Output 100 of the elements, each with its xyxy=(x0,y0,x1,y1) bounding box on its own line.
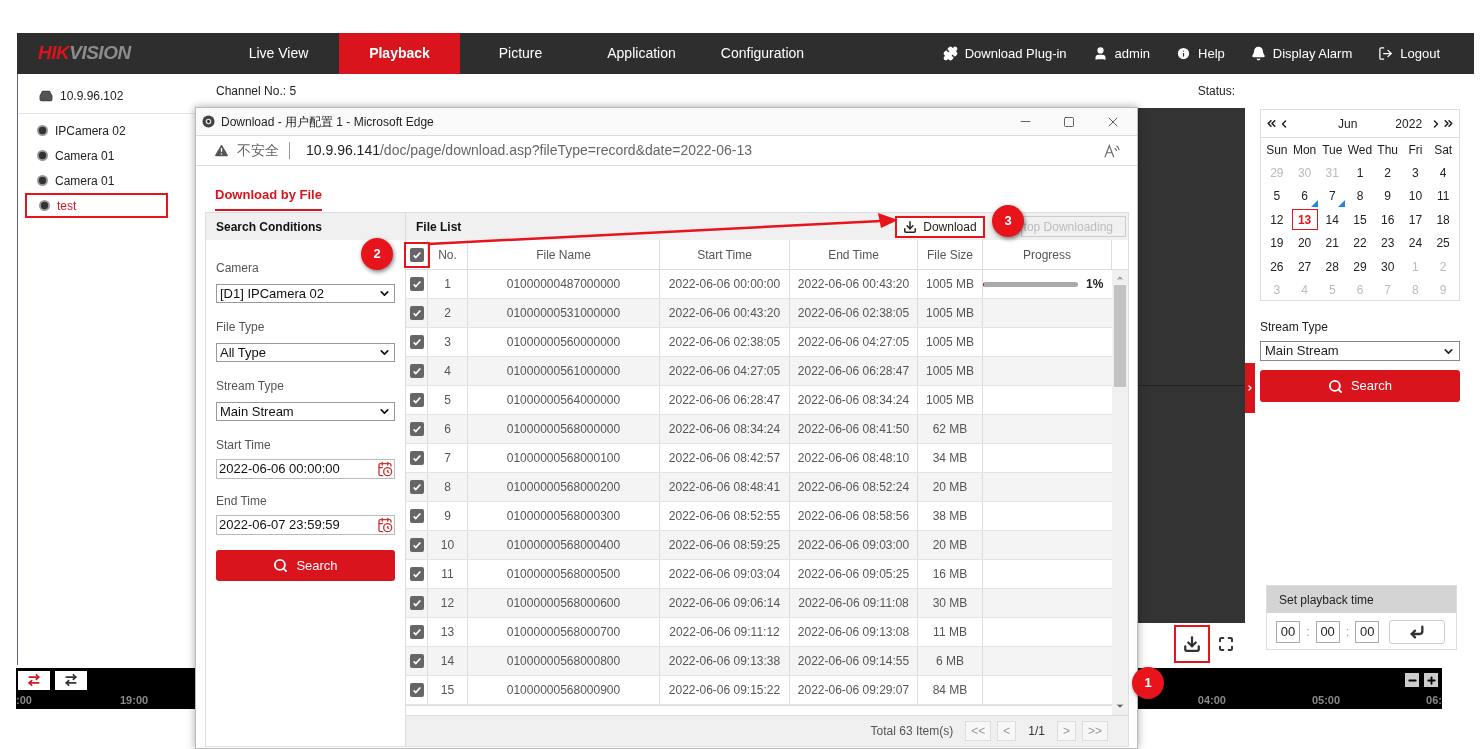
maximize-icon[interactable] xyxy=(1063,115,1075,128)
file-row[interactable]: 12 01000000568000600 2022-06-06 09:06:14 2022-06-06 09:11:08 30 MB xyxy=(406,589,1112,618)
calendar-day[interactable]: 18 xyxy=(1430,209,1457,231)
file-row[interactable]: 2 01000000531000000 2022-06-06 00:43:20 2022-06-06 02:38:05 1005 MB xyxy=(406,299,1112,328)
calendar-day[interactable]: 30 xyxy=(1374,256,1401,278)
camera-item[interactable]: test xyxy=(25,193,168,218)
file-row[interactable]: 1 01000000487000000 2022-06-06 00:00:00 2022-06-06 00:43:20 1005 MB 1% xyxy=(406,270,1112,299)
timeline-tool-button[interactable] xyxy=(18,670,50,690)
calendar-day[interactable]: 15 xyxy=(1347,209,1373,231)
nav-action[interactable]: Help xyxy=(1176,43,1225,64)
checkbox[interactable] xyxy=(409,654,424,668)
stream-type-select[interactable]: Main Stream xyxy=(1260,341,1460,361)
nav-tab[interactable]: Live View xyxy=(218,33,339,74)
checkbox[interactable] xyxy=(409,596,424,610)
file-row[interactable]: 6 01000000568000000 2022-06-06 08:34:24 2022-06-06 08:41:50 62 MB xyxy=(406,415,1112,444)
calendar-day[interactable]: 8 xyxy=(1347,185,1373,207)
download-by-file-tab[interactable]: Download by File xyxy=(215,184,322,211)
download-button[interactable] xyxy=(1174,625,1210,663)
calendar-day[interactable]: 27 xyxy=(1291,256,1318,278)
apply-time-button[interactable] xyxy=(1389,620,1446,644)
calendar-day[interactable]: 22 xyxy=(1347,232,1373,254)
checkbox[interactable] xyxy=(409,567,424,581)
calendar-day[interactable]: 25 xyxy=(1430,232,1457,254)
hours-field[interactable]: 00 xyxy=(1276,621,1300,643)
calendar-day[interactable]: 6 xyxy=(1291,185,1318,207)
calendar-day[interactable]: 2 xyxy=(1374,162,1401,184)
zoom-in-button[interactable] xyxy=(1424,673,1438,687)
nav-tab[interactable]: Picture xyxy=(460,33,581,74)
file-row[interactable]: 3 01000000560000000 2022-06-06 02:38:05 2022-06-06 04:27:05 1005 MB xyxy=(406,328,1112,357)
calendar-day[interactable]: 14 xyxy=(1319,209,1346,231)
calendar-day[interactable]: 5 xyxy=(1263,185,1290,207)
file-row[interactable]: 10 01000000568000400 2022-06-06 08:59:25 2022-06-06 09:03:00 20 MB xyxy=(406,531,1112,560)
calendar-day[interactable]: 4 xyxy=(1430,162,1457,184)
nav-action[interactable]: Download Plug-in xyxy=(942,43,1067,64)
date-field[interactable]: 2022-06-07 23:59:59 xyxy=(216,515,395,535)
calendar-day[interactable]: 26 xyxy=(1263,256,1290,278)
calendar-day[interactable]: 9 xyxy=(1374,185,1401,207)
file-row[interactable]: 8 01000000568000200 2022-06-06 08:48:41 2022-06-06 08:52:24 20 MB xyxy=(406,473,1112,502)
checkbox[interactable] xyxy=(409,422,424,436)
date-field[interactable]: 2022-06-06 00:00:00 xyxy=(216,459,395,479)
checkbox[interactable] xyxy=(409,247,424,262)
checkbox[interactable] xyxy=(409,451,424,465)
calendar-day[interactable]: 11 xyxy=(1430,185,1457,207)
dropdown-field[interactable]: [D1] IPCamera 02 xyxy=(216,284,395,303)
calendar-day[interactable]: 3 xyxy=(1402,162,1429,184)
dropdown-field[interactable]: Main Stream xyxy=(216,402,395,421)
calendar-day[interactable]: 28 xyxy=(1319,256,1346,278)
checkbox[interactable] xyxy=(409,683,424,697)
zoom-out-button[interactable] xyxy=(1405,673,1419,687)
search-button[interactable]: Search xyxy=(1260,370,1460,402)
checkbox[interactable] xyxy=(409,277,424,291)
camera-item[interactable]: Camera 01 xyxy=(25,168,168,193)
seconds-field[interactable]: 00 xyxy=(1355,621,1380,643)
file-row[interactable]: 14 01000000568000800 2022-06-06 09:13:38 2022-06-06 09:14:55 6 MB xyxy=(406,647,1112,676)
checkbox[interactable] xyxy=(409,364,424,378)
checkbox[interactable] xyxy=(409,480,424,494)
file-row[interactable]: 15 01000000568000900 2022-06-06 09:15:22 2022-06-06 09:29:07 84 MB xyxy=(406,676,1112,705)
checkbox[interactable] xyxy=(409,509,424,523)
calendar-day[interactable]: 29 xyxy=(1347,256,1373,278)
calendar-day[interactable]: 20 xyxy=(1291,232,1318,254)
calendar-day[interactable]: 24 xyxy=(1402,232,1429,254)
calendar-day[interactable]: 1 xyxy=(1347,162,1373,184)
calendar-day[interactable]: 19 xyxy=(1263,232,1290,254)
camera-item[interactable]: IPCamera 02 xyxy=(25,118,168,143)
checkbox[interactable] xyxy=(409,625,424,639)
dropdown-field[interactable]: All Type xyxy=(216,343,395,362)
nav-tab[interactable]: Configuration xyxy=(702,33,823,74)
search-button[interactable]: Search xyxy=(216,550,395,581)
calendar-day[interactable]: 12 xyxy=(1263,209,1290,231)
previous-year-icon[interactable] xyxy=(1265,117,1278,130)
calendar-day[interactable]: 16 xyxy=(1374,209,1401,231)
scrollbar[interactable] xyxy=(1112,270,1128,715)
calendar-day[interactable]: 10 xyxy=(1402,185,1429,207)
calendar-day[interactable]: 7 xyxy=(1319,185,1346,207)
file-row[interactable]: 4 01000000561000000 2022-06-06 04:27:05 2022-06-06 06:28:47 1005 MB xyxy=(406,357,1112,386)
calendar-day[interactable]: 23 xyxy=(1374,232,1401,254)
file-row[interactable]: 13 01000000568000700 2022-06-06 09:11:12 2022-06-06 09:13:08 11 MB xyxy=(406,618,1112,647)
scroll-thumb[interactable] xyxy=(1114,285,1126,387)
file-row[interactable]: 11 01000000568000500 2022-06-06 09:03:04 2022-06-06 09:05:25 16 MB xyxy=(406,560,1112,589)
nav-action[interactable]: Logout xyxy=(1378,43,1440,64)
next-year-icon[interactable] xyxy=(1442,117,1455,130)
minutes-field[interactable]: 00 xyxy=(1315,621,1340,643)
fullscreen-icon[interactable] xyxy=(1218,636,1234,652)
download-button[interactable]: Download xyxy=(895,215,985,238)
scroll-down-icon[interactable] xyxy=(1115,701,1125,711)
nav-tab[interactable]: Playback xyxy=(339,33,460,74)
calendar-day[interactable]: 21 xyxy=(1319,232,1346,254)
file-row[interactable]: 9 01000000568000300 2022-06-06 08:52:55 2022-06-06 08:58:56 38 MB xyxy=(406,502,1112,531)
checkbox[interactable] xyxy=(409,306,424,320)
calendar-day[interactable]: 17 xyxy=(1402,209,1429,231)
camera-item[interactable]: Camera 01 xyxy=(25,143,168,168)
nav-tab[interactable]: Application xyxy=(581,33,702,74)
checkbox[interactable] xyxy=(409,335,424,349)
nav-action[interactable]: Display Alarm xyxy=(1250,43,1353,64)
file-row[interactable]: 5 01000000564000000 2022-06-06 06:28:47 2022-06-06 08:34:24 1005 MB xyxy=(406,386,1112,415)
checkbox[interactable] xyxy=(409,393,424,407)
timeline-tool-button[interactable] xyxy=(55,670,87,690)
nav-action[interactable]: admin xyxy=(1092,43,1150,64)
address-bar[interactable]: 不安全 10.9.96.141/doc/page/download.asp?fileType=record&date=2022-06-13 xyxy=(196,136,1137,166)
calendar-day[interactable]: 13 xyxy=(1291,209,1318,231)
